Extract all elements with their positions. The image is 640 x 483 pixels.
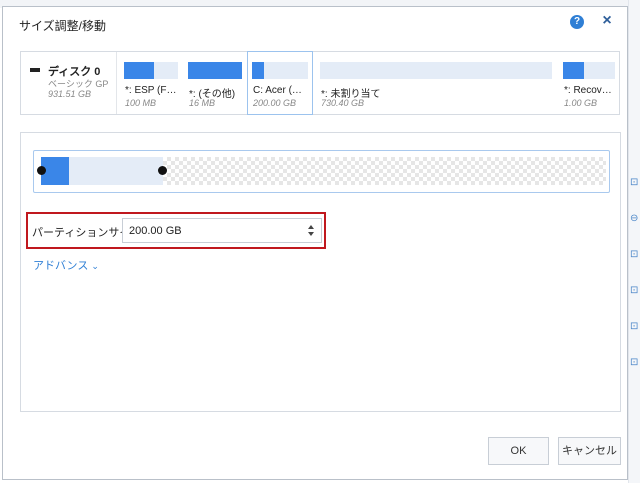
- close-icon[interactable]: ×: [600, 12, 614, 30]
- resizer-track: [37, 157, 606, 185]
- partition-unallocated[interactable]: *: 未割り当て 730.40 GB: [316, 52, 556, 114]
- background-icon: ⊡: [630, 321, 639, 332]
- advanced-label: アドバンス: [33, 260, 89, 272]
- advanced-toggle[interactable]: アドバンス ⌄: [33, 257, 99, 273]
- partition-resizer[interactable]: [33, 150, 610, 193]
- resize-handle-left[interactable]: [37, 166, 46, 175]
- size-spinner[interactable]: [308, 222, 316, 239]
- partition-usage-fill: [124, 62, 154, 79]
- disk-info: ディスク 0 ベーシック GP 931.51 GB: [21, 52, 117, 114]
- partition-usage-bar: [188, 62, 242, 79]
- partition-usage-bar: [252, 62, 308, 79]
- partition-size: 730.40 GB: [321, 98, 365, 108]
- background-icon: ⊡: [630, 249, 639, 260]
- cancel-button[interactable]: キャンセル: [558, 437, 621, 465]
- help-icon[interactable]: ?: [570, 15, 584, 29]
- resizer-partition-area[interactable]: [41, 157, 163, 185]
- background-icon: ⊡: [630, 177, 639, 188]
- background-icon: ⊡: [630, 285, 639, 296]
- resizer-unallocated-space: [163, 157, 606, 185]
- partition-recovery[interactable]: *: Recov… 1.00 GB: [559, 52, 619, 114]
- partition-label: *: ESP (F…: [125, 85, 177, 96]
- partition-usage-bar: [124, 62, 178, 79]
- partition-label: *: Recov…: [564, 85, 612, 96]
- partition-size-input[interactable]: 200.00 GB: [122, 218, 322, 243]
- resize-handle-right[interactable]: [158, 166, 167, 175]
- chevron-down-icon: ⌄: [91, 261, 99, 271]
- disk-map: ディスク 0 ベーシック GP 931.51 GB *: ESP (F… 100…: [20, 51, 620, 115]
- partition-size: 200.00 GB: [253, 98, 297, 108]
- partition-other[interactable]: *: (その他) 16 MB: [184, 52, 246, 114]
- resize-panel: パーティションサイズ: 200.00 GB アドバンス ⌄: [20, 132, 621, 412]
- partition-size: 100 MB: [125, 98, 157, 108]
- background-icon: ⊖: [630, 213, 639, 224]
- partition-usage-bar: [563, 62, 615, 79]
- partition-usage-fill: [188, 62, 242, 79]
- partition-usage-fill: [563, 62, 584, 79]
- partition-usage-fill: [252, 62, 265, 79]
- background-app-sidebar: ⊡ ⊖ ⊡ ⊡ ⊡ ⊡: [628, 0, 640, 483]
- ok-button[interactable]: OK: [488, 437, 549, 465]
- background-icon: ⊡: [630, 357, 639, 368]
- resize-move-dialog: サイズ調整/移動 ? × ディスク 0 ベーシック GP 931.51 GB *…: [2, 6, 628, 480]
- partition-size: 1.00 GB: [564, 98, 598, 108]
- spinner-down-icon[interactable]: [308, 232, 314, 236]
- partition-size-value: 200.00 GB: [129, 225, 182, 237]
- partition-c-acer[interactable]: C: Acer (… 200.00 GB: [247, 51, 313, 115]
- partition-size-row: パーティションサイズ: 200.00 GB: [26, 212, 326, 249]
- partition-label: C: Acer (…: [253, 85, 302, 96]
- disk-icon: [30, 68, 40, 72]
- partition-usage-bar: [320, 62, 552, 79]
- spinner-up-icon[interactable]: [308, 225, 314, 229]
- disk-size: 931.51 GB: [48, 89, 92, 99]
- dialog-title: サイズ調整/移動: [19, 19, 106, 33]
- partition-esp[interactable]: *: ESP (F… 100 MB: [120, 52, 182, 114]
- partition-size: 16 MB: [189, 98, 216, 108]
